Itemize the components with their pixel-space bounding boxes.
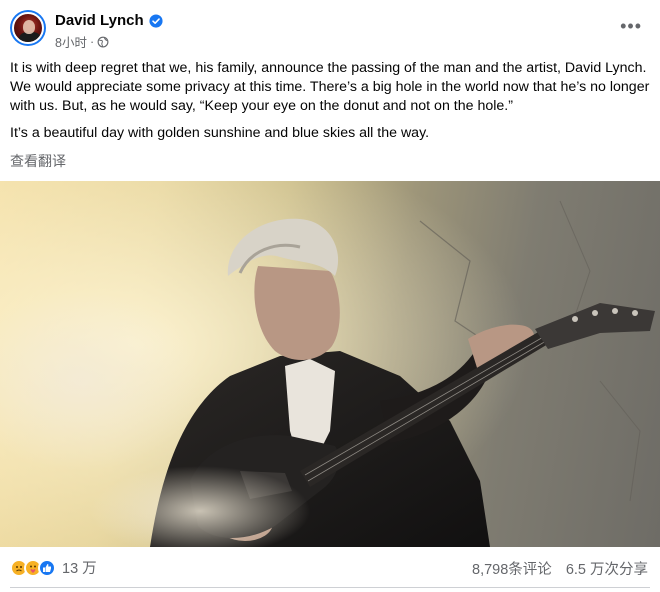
post-meta: 8小时 · bbox=[55, 32, 109, 51]
comment-count-link[interactable]: 8,798条评论 bbox=[472, 558, 552, 579]
author-name[interactable]: David Lynch bbox=[55, 12, 144, 29]
post-timestamp[interactable]: 8小时 bbox=[55, 32, 87, 51]
photo-illustration bbox=[0, 181, 660, 547]
post-header: David Lynch 8小时 · ••• bbox=[0, 0, 660, 56]
globe-icon bbox=[97, 36, 109, 47]
engagement-stats: 8,798条评论 6.5 万次分享 bbox=[472, 558, 648, 579]
post-footer: 13 万 8,798条评论 6.5 万次分享 bbox=[0, 548, 660, 586]
avatar-image bbox=[12, 12, 44, 44]
post-paragraph: It is with deep regret that we, his fami… bbox=[10, 60, 650, 114]
post-body: It is with deep regret that we, his fami… bbox=[10, 59, 650, 151]
post-photo[interactable] bbox=[0, 181, 660, 547]
reaction-count: 13 万 bbox=[62, 561, 97, 577]
author-row: David Lynch bbox=[55, 12, 163, 29]
footer-divider bbox=[10, 587, 650, 588]
post-paragraph: It’s a beautiful day with golden sunshin… bbox=[10, 125, 430, 141]
see-translation-link[interactable]: 查看翻译 bbox=[10, 151, 66, 171]
author-avatar[interactable] bbox=[10, 10, 46, 46]
verified-badge-icon bbox=[149, 13, 163, 28]
share-count-link[interactable]: 6.5 万次分享 bbox=[566, 558, 648, 579]
reaction-summary[interactable]: 13 万 bbox=[10, 557, 97, 578]
like-reaction-icon bbox=[38, 558, 56, 577]
more-options-icon[interactable]: ••• bbox=[620, 16, 642, 37]
meta-separator: · bbox=[89, 34, 95, 49]
